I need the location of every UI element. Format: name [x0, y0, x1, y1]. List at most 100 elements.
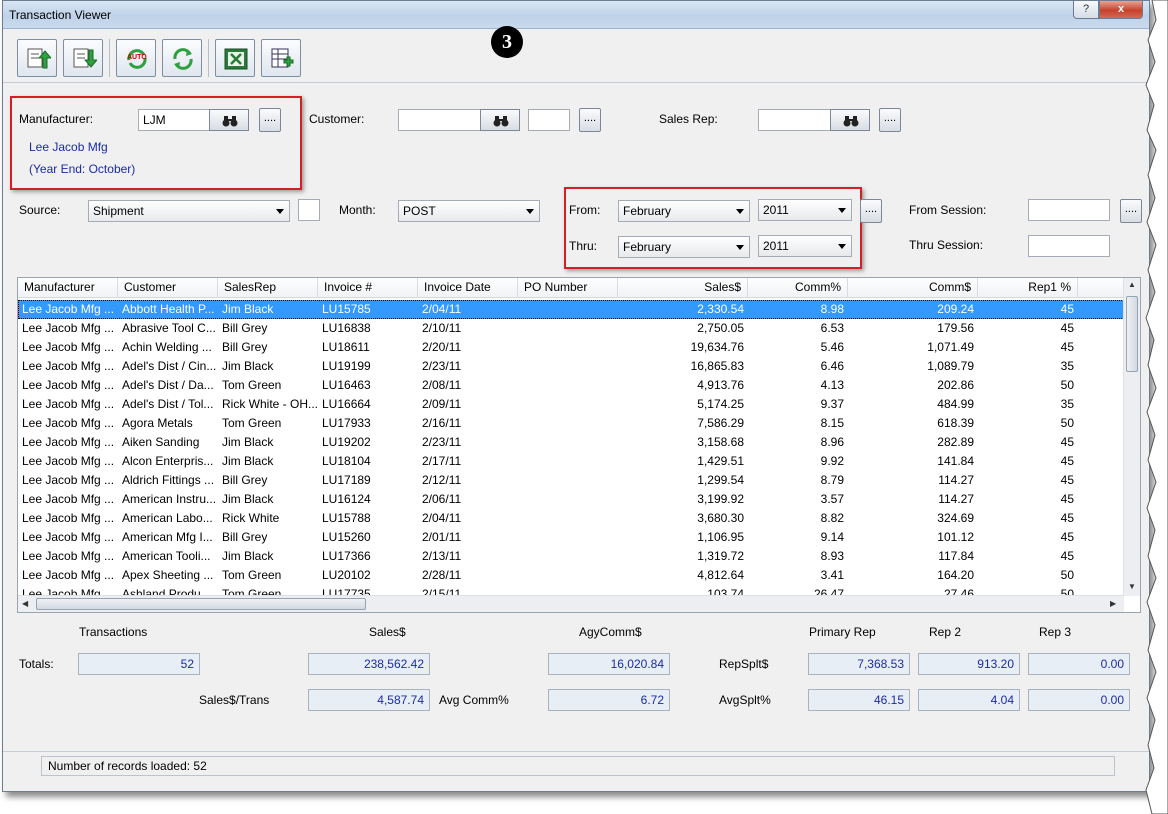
- cell-manufacturer: Lee Jacob Mfg ...: [22, 530, 115, 544]
- avg-comm-value: 6.72: [548, 689, 670, 711]
- close-button[interactable]: x: [1099, 1, 1143, 19]
- cell-sales: 2,750.05: [697, 321, 744, 335]
- table-row[interactable]: Lee Jacob Mfg ... Apex Sheeting ... Tom Gr…: [18, 566, 1124, 585]
- cell-po-number: [518, 395, 618, 414]
- scroll-down-icon[interactable]: ▼: [1128, 582, 1136, 591]
- add-column-button[interactable]: [261, 39, 301, 77]
- cell-po-number: [518, 300, 618, 319]
- cell-sales: 1,319.72: [697, 549, 744, 563]
- scroll-right-icon[interactable]: ▶: [1110, 599, 1116, 608]
- refresh-icon: [173, 48, 193, 70]
- table-row[interactable]: Lee Jacob Mfg ... Agora Metals Tom Green LU…: [18, 414, 1124, 433]
- sales-per-trans-label: Sales$/Trans: [199, 693, 270, 707]
- table-row[interactable]: Lee Jacob Mfg ... Achin Welding ... Bill G…: [18, 338, 1124, 357]
- cell-invoice-number: LU16664: [322, 397, 371, 411]
- cell-salesrep: Jim Black: [222, 435, 274, 449]
- thru-year-select[interactable]: 2011: [758, 235, 852, 257]
- salesrep-input[interactable]: [758, 109, 832, 131]
- cell-invoice-number: LU17189: [322, 473, 371, 487]
- customer-more-button[interactable]: ....: [579, 108, 601, 132]
- transactions-grid[interactable]: Manufacturer Customer SalesRep Invoice #…: [17, 277, 1141, 613]
- table-row[interactable]: Lee Jacob Mfg ... American Tooli... Jim Bl…: [18, 547, 1124, 566]
- manufacturer-input[interactable]: LJM: [138, 109, 210, 131]
- column-header-sales[interactable]: Sales$: [618, 278, 748, 298]
- cell-po-number: [518, 433, 618, 452]
- cell-invoice-number: LU19202: [322, 435, 371, 449]
- manufacturer-name: Lee Jacob Mfg: [29, 140, 108, 154]
- cell-comm-amt: 324.69: [937, 511, 974, 525]
- grid-horizontal-scrollbar[interactable]: ◀ ▶: [18, 595, 1124, 612]
- thru-month-select[interactable]: February: [618, 236, 750, 258]
- column-header-rep1-pct[interactable]: Rep1 %: [978, 278, 1078, 298]
- column-header-comm-pct[interactable]: Comm%: [748, 278, 848, 298]
- cell-customer: Adel's Dist / Da...: [122, 378, 214, 392]
- grid-horizontal-scroll-thumb[interactable]: [36, 598, 366, 610]
- from-session-input[interactable]: [1028, 199, 1110, 221]
- help-button[interactable]: ?: [1073, 1, 1099, 19]
- auto-refresh-button[interactable]: AUTO: [116, 39, 156, 77]
- cell-salesrep: Jim Black: [222, 492, 274, 506]
- table-row[interactable]: Lee Jacob Mfg ... Abrasive Tool C... Bill …: [18, 319, 1124, 338]
- source-extra-box[interactable]: [298, 199, 320, 221]
- salesrep-more-button[interactable]: ....: [879, 108, 901, 132]
- salesrep-lookup-button[interactable]: [830, 109, 870, 131]
- manufacturer-more-button[interactable]: ....: [259, 108, 281, 132]
- cell-customer: Adel's Dist / Cin...: [122, 359, 217, 373]
- table-row[interactable]: Lee Jacob Mfg ... Adel's Dist / Tol... Ric…: [18, 395, 1124, 414]
- column-header-salesrep[interactable]: SalesRep: [218, 278, 318, 298]
- cell-customer: American Mfg I...: [122, 530, 213, 544]
- table-row[interactable]: Lee Jacob Mfg ... American Mfg I... Bill G…: [18, 528, 1124, 547]
- cell-salesrep: Jim Black: [222, 359, 274, 373]
- cell-invoice-date: 2/13/11: [422, 549, 462, 563]
- from-year-value: 2011: [763, 203, 789, 217]
- cell-customer: Abrasive Tool C...: [122, 321, 216, 335]
- refresh-button[interactable]: [162, 39, 202, 77]
- table-row[interactable]: Lee Jacob Mfg ... Abbott Health P... Jim B…: [18, 300, 1124, 319]
- cell-manufacturer: Lee Jacob Mfg ...: [22, 340, 115, 354]
- table-row[interactable]: Lee Jacob Mfg ... Aldrich Fittings ... Bil…: [18, 471, 1124, 490]
- manufacturer-lookup-button[interactable]: [209, 109, 249, 131]
- excel-export-button[interactable]: [215, 39, 255, 77]
- cell-salesrep: Bill Grey: [222, 473, 268, 487]
- transactions-header: Transactions: [79, 625, 148, 639]
- cell-customer: Agora Metals: [122, 416, 193, 430]
- customer-lookup-button[interactable]: [480, 109, 520, 131]
- torn-edge-decoration: [1145, 0, 1168, 814]
- from-year-select[interactable]: 2011: [758, 199, 852, 221]
- table-row[interactable]: Lee Jacob Mfg ... American Labo... Rick Wh…: [18, 509, 1124, 528]
- scroll-up-icon[interactable]: ▲: [1128, 280, 1136, 289]
- customer-input[interactable]: [398, 109, 482, 131]
- cell-rep1-pct: 35: [1060, 397, 1074, 411]
- column-header-invoice-date[interactable]: Invoice Date: [418, 278, 518, 298]
- column-header-manufacturer[interactable]: Manufacturer: [18, 278, 118, 298]
- cell-comm-amt: 101.12: [937, 530, 974, 544]
- date-more-button[interactable]: ....: [860, 199, 882, 223]
- thru-session-input[interactable]: [1028, 235, 1110, 257]
- toolbar-separator: [109, 39, 110, 77]
- agycomm-total: 16,020.84: [548, 653, 670, 675]
- table-row[interactable]: Lee Jacob Mfg ... American Instru... Jim B…: [18, 490, 1124, 509]
- column-header-po-number[interactable]: PO Number: [518, 278, 618, 298]
- table-row[interactable]: Lee Jacob Mfg ... Adel's Dist / Cin... Jim…: [18, 357, 1124, 376]
- sales-header: Sales$: [369, 625, 406, 639]
- table-row[interactable]: Lee Jacob Mfg ... Adel's Dist / Da... Tom …: [18, 376, 1124, 395]
- toolbar-divider: [3, 82, 1149, 83]
- scroll-left-icon[interactable]: ◀: [22, 599, 28, 608]
- repsplit-label: RepSplt$: [719, 657, 769, 671]
- customer-code-input[interactable]: [528, 109, 570, 131]
- source-select[interactable]: Shipment: [88, 200, 290, 222]
- column-header-comm-amt[interactable]: Comm$: [848, 278, 978, 298]
- cell-invoice-number: LU18104: [322, 454, 371, 468]
- grid-vertical-scroll-thumb[interactable]: [1126, 296, 1138, 372]
- column-header-invoice-number[interactable]: Invoice #: [318, 278, 418, 298]
- cell-manufacturer: Lee Jacob Mfg ...: [22, 359, 115, 373]
- from-month-select[interactable]: February: [618, 200, 750, 222]
- import-up-button[interactable]: [17, 39, 57, 77]
- table-row[interactable]: Lee Jacob Mfg ... Aiken Sanding Jim Black L…: [18, 433, 1124, 452]
- column-header-customer[interactable]: Customer: [118, 278, 218, 298]
- export-down-button[interactable]: [63, 39, 103, 77]
- month-select[interactable]: POST: [398, 200, 540, 222]
- table-row[interactable]: Lee Jacob Mfg ... Alcon Enterpris... Jim B…: [18, 452, 1124, 471]
- cell-po-number: [518, 414, 618, 433]
- month-select-value: POST: [403, 204, 436, 218]
